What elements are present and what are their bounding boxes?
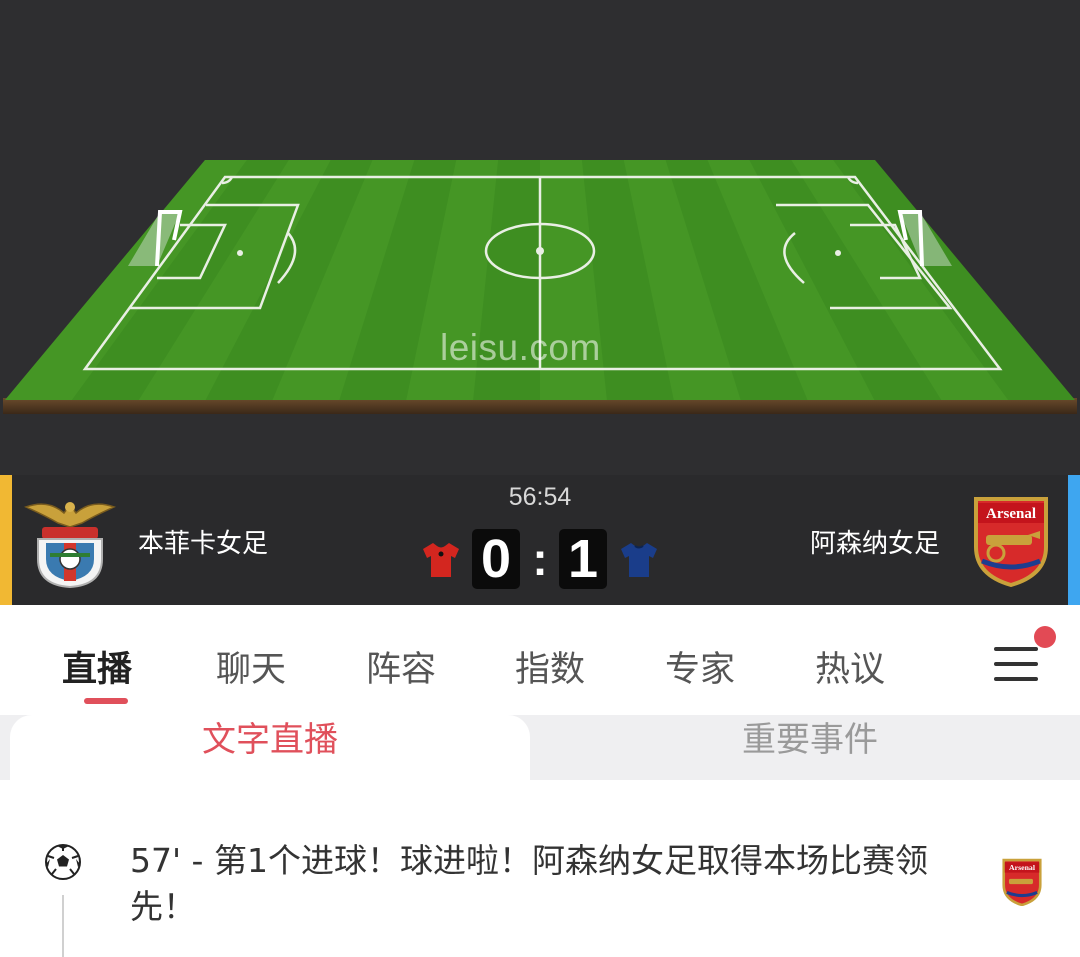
sub-tabs: 文字直播 重要事件 [0, 715, 1080, 780]
site-watermark: leisu.com [440, 327, 601, 368]
svg-text:Arsenal: Arsenal [1009, 863, 1036, 872]
tab-lineup[interactable]: 阵容 [366, 641, 436, 692]
subtab-key-events[interactable]: 重要事件 [540, 715, 1080, 780]
field-visualization: leisu.com [0, 0, 1080, 475]
soccer-pitch [3, 160, 1077, 414]
away-score: 1 [559, 529, 607, 589]
svg-text:Arsenal: Arsenal [986, 506, 1036, 522]
subtab-text-live[interactable]: 文字直播 [10, 715, 530, 780]
home-team-name[interactable]: 本菲卡女足 [138, 523, 268, 560]
home-jersey-icon [421, 541, 461, 583]
tab-live[interactable]: 直播 [62, 641, 132, 692]
score-separator: : [532, 533, 548, 585]
active-tab-indicator [84, 698, 128, 704]
event-team-crest-icon: Arsenal [1001, 858, 1043, 910]
tab-chat[interactable]: 聊天 [216, 641, 286, 692]
hamburger-menu-icon[interactable] [990, 626, 1056, 691]
event-text: 57' - 第1个进球！球进啦！阿森纳女足取得本场比赛领先！ [130, 841, 928, 926]
home-score: 0 [472, 529, 520, 589]
tab-experts[interactable]: 专家 [665, 641, 735, 692]
tab-odds[interactable]: 指数 [515, 641, 585, 692]
away-team-crest[interactable]: Arsenal [972, 495, 1050, 591]
match-clock: 56:54 [508, 483, 572, 511]
away-team-name[interactable]: 阿森纳女足 [810, 523, 940, 560]
scoreboard: 本菲卡女足 56:54 0 : 1 阿森纳女足 Arsenal [0, 475, 1080, 605]
soccer-ball-icon [44, 843, 82, 885]
away-jersey-icon [619, 541, 659, 583]
event-feed: 57' - 第1个进球！球进啦！阿森纳女足取得本场比赛领先！ Arsenal [0, 780, 1080, 957]
notification-dot [1034, 626, 1056, 648]
timeline-line [62, 895, 64, 957]
main-tabs: 直播 聊天 阵容 指数 专家 热议 [0, 605, 1080, 715]
tab-discussion[interactable]: 热议 [815, 641, 885, 692]
